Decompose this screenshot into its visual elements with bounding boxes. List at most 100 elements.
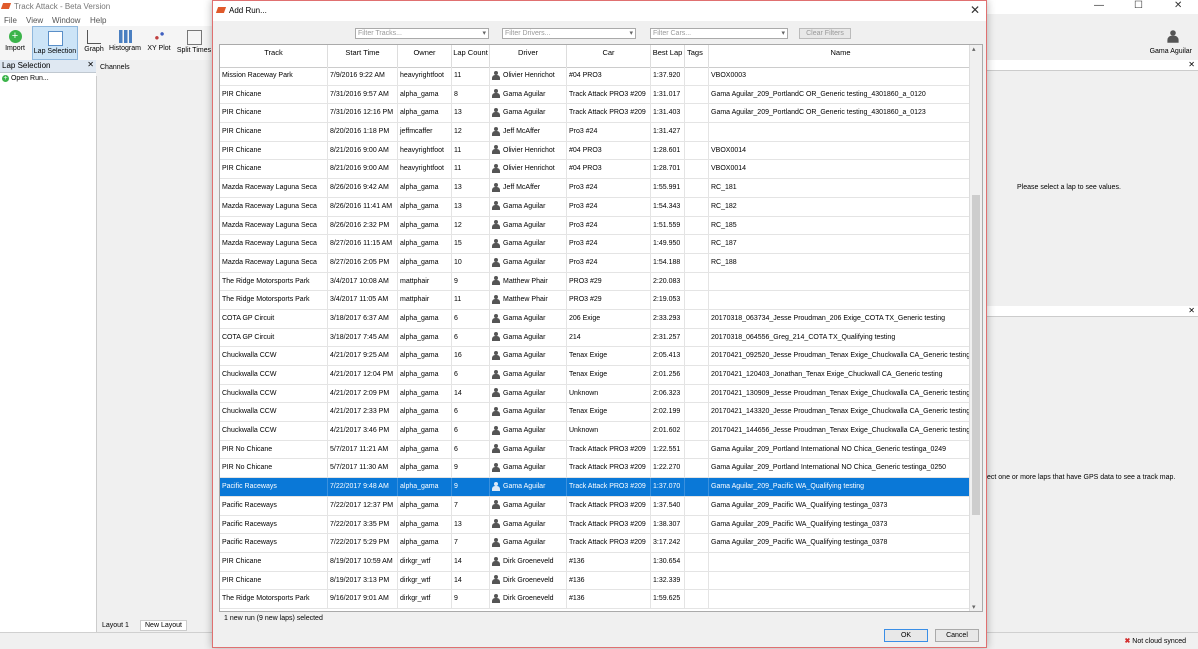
channels-dropdown[interactable]: Channels [100,64,130,71]
import-button[interactable]: + Import [2,26,28,60]
filter-cars-select[interactable]: Filter Cars... ▾ [650,28,788,39]
table-row[interactable]: Chuckwalla CCW 4/21/2017 2:09 PM alpha_gam… [220,384,972,404]
cell-car: Track Attack PRO3 #209 [567,515,651,534]
clear-filters-button[interactable]: Clear Filters [799,28,851,39]
table-row[interactable]: Mazda Raceway Laguna Seca 8/27/2016 2:05 … [220,253,972,273]
table-row[interactable]: Mazda Raceway Laguna Seca 8/27/2016 11:15… [220,235,972,254]
table-row[interactable]: Mazda Raceway Laguna Seca 8/26/2016 2:32 … [220,216,972,236]
user-icon[interactable] [1167,30,1180,44]
xy-plot-button[interactable]: XY Plot [144,26,174,60]
cell-lap-count: 9 [452,590,490,609]
col-lap-count[interactable]: Lap Count [452,45,490,67]
table-row[interactable]: Pacific Raceways 7/22/2017 5:29 PM alpha_g… [220,534,972,553]
col-car[interactable]: Car [567,45,651,67]
col-track[interactable]: Track [220,45,328,67]
panel-close-icon[interactable]: ✕ [87,60,94,69]
filter-tracks-select[interactable]: Filter Tracks... ▾ [355,28,489,39]
vertical-scrollbar[interactable]: ▴ ▾ [969,45,982,611]
table-row[interactable]: Chuckwalla CCW 4/21/2017 3:46 PM alpha_gam… [220,422,972,441]
tab-layout-1[interactable]: Layout 1 [102,622,129,629]
values-panel-close-icon[interactable]: ✕ [1188,60,1195,69]
table-row[interactable]: PIR Chicane 8/19/2017 10:59 AM dirkgr_wtf 1… [220,552,972,572]
table-row[interactable]: COTA GP Circuit 3/18/2017 7:45 AM alpha_ga… [220,328,972,348]
histogram-button[interactable]: Histogram [108,26,142,60]
lap-selection-title: Lap Selection [2,61,51,70]
cancel-button[interactable]: Cancel [935,629,979,642]
table-row[interactable]: The Ridge Motorsports Park 3/4/2017 11:05… [220,291,972,310]
table-row[interactable]: PIR No Chicane 5/7/2017 11:21 AM alpha_gam… [220,440,972,460]
col-tags[interactable]: Tags [685,45,709,67]
table-row[interactable]: Mazda Raceway Laguna Seca 8/26/2016 9:42 … [220,179,972,198]
cell-car: Track Attack PRO3 #209 [567,85,651,104]
cell-lap-count: 6 [452,422,490,441]
cell-best-lap: 1:55.991 [651,179,685,198]
col-start-time[interactable]: Start Time [328,45,398,67]
track-map-close-icon[interactable]: ✕ [1188,306,1195,315]
cell-best-lap: 1:22.270 [651,459,685,478]
table-row[interactable]: PIR Chicane 8/20/2016 1:18 PM jeffmcaffer 1… [220,123,972,142]
graph-button[interactable]: Graph [80,26,108,60]
close-icon[interactable]: ✕ [1174,0,1182,11]
table-row[interactable]: PIR Chicane 8/19/2017 3:13 PM dirkgr_wtf 14… [220,571,972,591]
table-row[interactable]: Pacific Raceways 7/22/2017 3:35 PM alpha_g… [220,515,972,535]
menu-help[interactable]: Help [90,16,106,25]
driver-icon [492,164,500,174]
scroll-down-icon[interactable]: ▾ [972,603,976,611]
cell-name: RC_185 [709,216,972,235]
col-driver[interactable]: Driver [490,45,567,67]
table-row[interactable]: PIR Chicane 7/31/2016 12:16 PM alpha_gama 1… [220,104,972,124]
table-row[interactable]: Mazda Raceway Laguna Seca 8/26/2016 11:41… [220,197,972,217]
minimize-icon[interactable]: — [1094,0,1104,11]
table-row[interactable]: PIR Chicane 8/21/2016 9:00 AM heavyrightfo… [220,160,972,180]
col-best-lap[interactable]: Best Lap [651,45,685,67]
split-times-button[interactable]: Split Times [176,26,212,60]
table-row[interactable]: Chuckwalla CCW 4/21/2017 2:33 PM alpha_gam… [220,403,972,423]
menu-bar: File View Window Help [0,14,212,26]
col-name[interactable]: Name [709,45,972,67]
cell-lap-count: 7 [452,496,490,515]
cell-track: PIR Chicane [220,123,328,142]
table-row[interactable]: Pacific Raceways 7/22/2017 12:37 PM alpha_… [220,496,972,516]
table-row[interactable]: The Ridge Motorsports Park 3/4/2017 10:08… [220,272,972,292]
cell-track: PIR No Chicane [220,459,328,478]
table-row[interactable]: Chuckwalla CCW 4/21/2017 9:25 AM alpha_gam… [220,347,972,366]
cell-driver: Gama Aguilar [490,422,567,441]
lap-selection-button[interactable]: Lap Selection [32,26,78,60]
scroll-up-icon[interactable]: ▴ [972,45,976,53]
table-row[interactable]: Chuckwalla CCW 4/21/2017 12:04 PM alpha_ga… [220,366,972,385]
ok-button[interactable]: OK [884,629,928,642]
menu-file[interactable]: File [4,16,17,25]
split-times-icon [186,30,202,45]
cell-best-lap: 1:30.654 [651,552,685,571]
filter-drivers-select[interactable]: Filter Drivers... ▾ [502,28,636,39]
open-run-link[interactable]: + Open Run... [2,75,49,82]
driver-icon [492,481,500,491]
maximize-icon[interactable]: ☐ [1134,0,1143,11]
tab-new-layout[interactable]: New Layout [140,620,187,631]
menu-window[interactable]: Window [52,16,80,25]
cell-name [709,590,972,609]
dialog-close-icon[interactable]: ✕ [970,3,980,17]
cell-track: Chuckwalla CCW [220,366,328,384]
table-row[interactable]: Mission Raceway Park 7/9/2016 9:22 AM heav… [220,67,972,86]
table-row[interactable]: PIR No Chicane 5/7/2017 11:30 AM alpha_gam… [220,459,972,479]
cell-track: COTA GP Circuit [220,309,328,328]
table-row[interactable]: PIR Chicane 7/31/2016 9:57 AM alpha_gama 8 G… [220,85,972,105]
table-row[interactable]: The Ridge Motorsports Park 9/16/2017 9:01… [220,590,972,609]
col-owner[interactable]: Owner [398,45,452,67]
cell-car: 206 Exige [567,309,651,328]
cell-start-time: 3/4/2017 10:08 AM [328,272,398,291]
scrollbar-thumb[interactable] [972,195,980,515]
cell-start-time: 8/27/2016 11:15 AM [328,235,398,254]
cell-name [709,123,972,142]
cell-lap-count: 6 [452,328,490,347]
cell-best-lap: 2:01.256 [651,366,685,384]
table-row[interactable]: PIR Chicane 8/21/2016 9:00 AM heavyrightfo… [220,141,972,161]
menu-view[interactable]: View [26,16,43,25]
driver-icon [492,575,500,585]
cell-driver: Gama Aguilar [490,104,567,123]
cell-start-time: 3/18/2017 6:37 AM [328,309,398,328]
table-row[interactable]: Pacific Raceways 7/22/2017 9:48 AM alpha_g… [220,478,972,497]
cell-best-lap: 1:38.307 [651,515,685,534]
table-row[interactable]: COTA GP Circuit 3/18/2017 6:37 AM alpha_ga… [220,309,972,329]
